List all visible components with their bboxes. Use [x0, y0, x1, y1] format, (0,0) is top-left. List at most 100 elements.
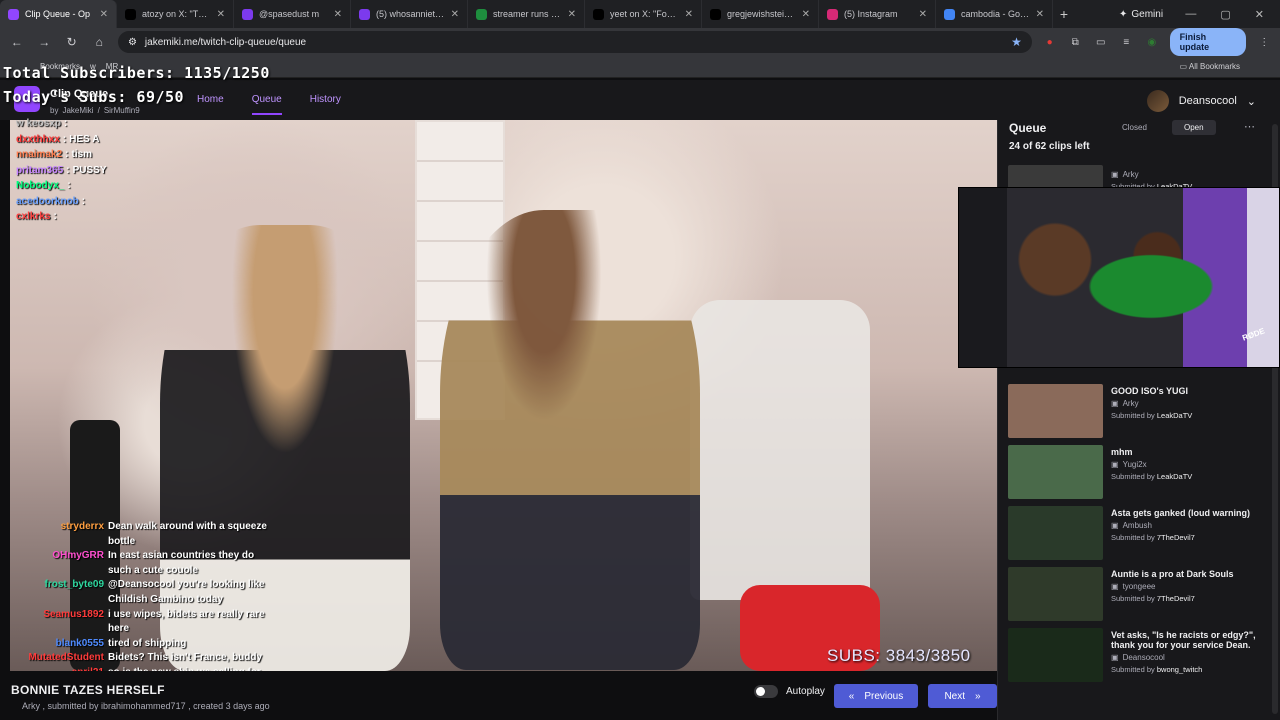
tab-close-icon[interactable]: ✕	[568, 9, 576, 20]
author-name: Arky	[1122, 399, 1139, 408]
queue-item-author: ▣ Yugi2x	[1111, 460, 1192, 469]
queue-item[interactable]: Asta gets ganked (loud warning) ▣ Ambush Su…	[1008, 506, 1268, 560]
tab-favicon-icon	[593, 8, 604, 20]
browser-tab[interactable]: @spasedust m ✕	[234, 0, 351, 28]
profile-icon[interactable]: ◉	[1144, 34, 1160, 50]
close-window-icon[interactable]: ✕	[1255, 8, 1264, 21]
queue-item[interactable]: Vet asks, "Is he racists or edgy?", than…	[1008, 628, 1268, 682]
minimize-icon[interactable]: —	[1185, 8, 1196, 21]
tab-close-icon[interactable]: ✕	[1036, 9, 1044, 20]
tab-close-icon[interactable]: ✕	[802, 9, 810, 20]
tab-close-icon[interactable]: ✕	[334, 9, 342, 20]
queue-title: Queue	[1009, 121, 1047, 135]
tab-close-icon[interactable]: ✕	[217, 9, 225, 20]
tab-title: (5) whosannietabo	[376, 9, 445, 19]
tab-close-icon[interactable]: ✕	[100, 9, 108, 20]
chat-message: nnaimak2: tism	[16, 147, 107, 163]
queue-more-icon[interactable]: ⋯	[1244, 120, 1255, 133]
finish-update-button[interactable]: Finish update	[1169, 28, 1247, 56]
broadcaster-icon: ▣	[1111, 399, 1119, 408]
extensions-puzzle-icon[interactable]: ⧉	[1067, 34, 1083, 50]
browser-tab[interactable]: (5) whosannietabo ✕	[351, 0, 468, 28]
chat-username: frost_byte09	[44, 579, 104, 591]
address-bar[interactable]: ⚙ jakemiki.me/twitch-clip-queue/queue ★	[117, 31, 1032, 53]
clip-thumbnail[interactable]	[1008, 384, 1103, 438]
site-info-icon[interactable]: ⚙	[128, 37, 137, 48]
all-bookmarks[interactable]: ▭ All Bookmarks	[1180, 62, 1240, 71]
new-tab-button[interactable]: +	[1053, 6, 1075, 22]
autoplay-toggle[interactable]	[754, 685, 778, 698]
maximize-icon[interactable]: ▢	[1220, 8, 1230, 21]
clip-meta: Arky , submitted by ibrahimohammed717 , …	[22, 701, 270, 711]
chat-text: In east asian countries they do such a c…	[108, 550, 255, 576]
nav-history[interactable]: History	[310, 94, 341, 115]
tab-favicon-icon	[359, 8, 370, 20]
reload-icon[interactable]: ↻	[63, 35, 80, 49]
clip-thumbnail[interactable]	[1008, 567, 1103, 621]
browser-tab[interactable]: cambodia - Google ✕	[936, 0, 1053, 28]
queue-item[interactable]: Auntie is a pro at Dark Souls ▣ tyongeee Su…	[1008, 567, 1268, 621]
nav-home[interactable]: Home	[197, 94, 224, 115]
brand-author-2[interactable]: SirMuffin9	[104, 106, 140, 115]
browser-tab[interactable]: gregjewishstein on ✕	[702, 0, 819, 28]
tab-close-icon[interactable]: ✕	[451, 9, 459, 20]
queue-item-info: GOOD ISO's YUGI ▣ Arky Submitted by LeakDaT…	[1111, 384, 1192, 438]
gemini-button[interactable]: ✦ Gemini	[1111, 7, 1171, 22]
author-name: Ambush	[1122, 521, 1152, 530]
home-icon[interactable]: ⌂	[90, 35, 107, 49]
previous-button[interactable]: « Previous	[834, 684, 918, 708]
submitter-name: 7TheDevil7	[1156, 594, 1195, 603]
tab-favicon-icon	[476, 8, 487, 20]
chat-username: dxxthhxx	[16, 133, 60, 145]
queue-item[interactable]: mhm ▣ Yugi2x Submitted by LeakDaTV	[1008, 445, 1268, 499]
browser-tab[interactable]: streamer runs stalk ✕	[468, 0, 585, 28]
chat-message: stryderrx Dean walk around with a squeeze…	[10, 520, 270, 549]
broadcaster-icon: ▣	[1111, 653, 1119, 662]
bookmark-star-icon[interactable]: ★	[1011, 35, 1022, 49]
clip-thumbnail[interactable]	[1008, 628, 1103, 682]
reading-list-icon[interactable]: ≡	[1119, 34, 1135, 50]
video-person-right	[440, 210, 700, 670]
chat-username: Seamus1892	[43, 608, 104, 620]
chat-message: frost_byte09 @Deansocool you're looking l…	[10, 578, 270, 607]
user-menu[interactable]: Deansocool ⌄	[1146, 90, 1256, 112]
submitter-name: bwong_twitch	[1156, 665, 1203, 674]
url-text: jakemiki.me/twitch-clip-queue/queue	[144, 36, 307, 48]
submitted-prefix: Submitted by	[1111, 594, 1155, 603]
chat-username: MutatedStudent	[28, 652, 104, 664]
tab-close-icon[interactable]: ✕	[919, 9, 927, 20]
queue-open-tab[interactable]: Open	[1172, 120, 1216, 135]
chat-message: Nobodyx_:	[16, 178, 107, 194]
chevron-down-icon: ⌄	[1246, 95, 1256, 108]
extension-icon[interactable]: ●	[1042, 34, 1058, 50]
back-icon[interactable]: ←	[8, 35, 25, 49]
author-name: Deansocool	[1122, 653, 1165, 662]
broadcaster-icon: ▣	[1111, 582, 1119, 591]
clip-thumbnail[interactable]	[1008, 506, 1103, 560]
chat-message: w keosxp:	[16, 116, 107, 132]
queue-item-author: ▣ Ambush	[1111, 521, 1250, 530]
rode-mic-logo: RØDE	[1241, 326, 1266, 343]
clip-thumbnail[interactable]	[1008, 445, 1103, 499]
chat-message: OHmyGRR In east asian countries they do s…	[10, 549, 270, 578]
more-menu-icon[interactable]: ⋮	[1256, 34, 1272, 50]
browser-tab[interactable]: atozy on X: "This m ✕	[117, 0, 234, 28]
cast-icon[interactable]: ▭	[1093, 34, 1109, 50]
tab-close-icon[interactable]: ✕	[685, 9, 693, 20]
next-button[interactable]: Next »	[928, 684, 997, 708]
browser-tab[interactable]: Clip Queue - Op ✕	[0, 0, 117, 28]
browser-tab[interactable]: (5) Instagram ✕	[819, 0, 936, 28]
queue-closed-tab[interactable]: Closed	[1122, 123, 1147, 132]
chat-message: dxxthhxx: HES A	[16, 132, 107, 148]
chat-message: blank0555 tired of shipping	[10, 637, 270, 652]
submitted-prefix: Submitted by	[1111, 665, 1155, 674]
tab-favicon-icon	[827, 8, 838, 20]
browser-tab[interactable]: yeet on X: "Footage ✕	[585, 0, 702, 28]
streamer-webcam-overlay: RØDE	[958, 187, 1280, 368]
autoplay-control[interactable]: Autoplay	[754, 685, 825, 698]
queue-item[interactable]: GOOD ISO's YUGI ▣ Arky Submitted by LeakDaT…	[1008, 384, 1268, 438]
nav-queue[interactable]: Queue	[251, 94, 282, 115]
brand-author-1[interactable]: JakeMiki	[62, 106, 93, 115]
queue-item-title: mhm	[1111, 447, 1133, 457]
forward-icon[interactable]: →	[35, 35, 52, 49]
